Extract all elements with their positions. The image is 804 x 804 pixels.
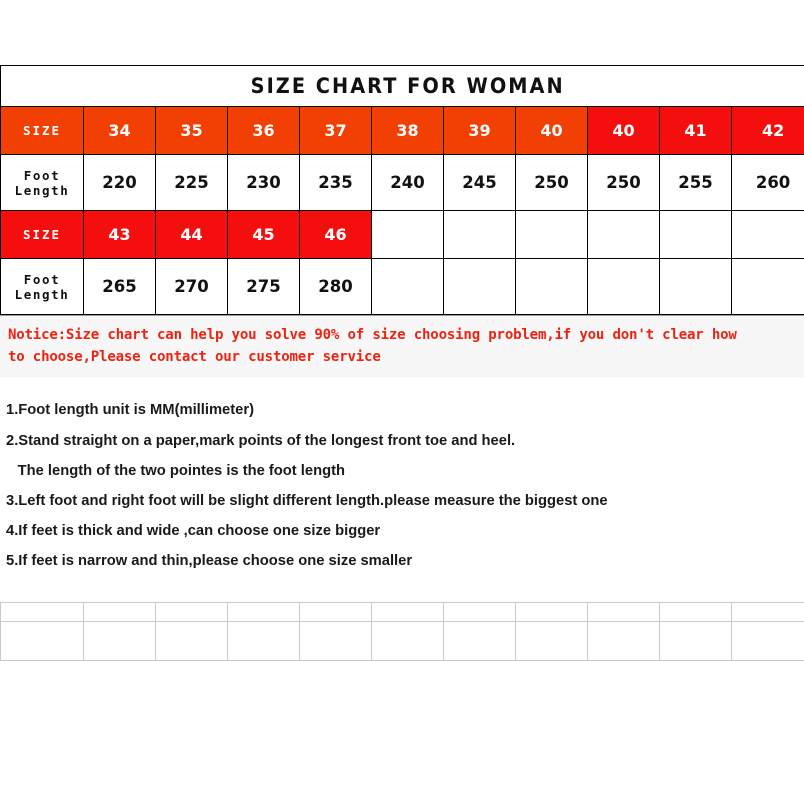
notice-line-2: to choose,Please contact our customer se… [7,349,381,366]
grid-row-1 [0,601,804,622]
grid-cell [659,620,732,661]
foot-length-235: 235 [299,154,372,211]
size-cell-34: 34 [83,106,156,155]
notice-band: Notice:Size chart can help you solve 90%… [0,315,804,379]
foot-length-empty-3 [515,258,588,315]
size-cell-41: 41 [659,106,732,155]
foot-length-275: 275 [227,258,300,315]
notice-line-1: Notice:Size chart can help you solve 90%… [7,327,737,343]
size-row-label-2: SIZE [0,210,84,259]
instruction-item-4: 4.If feet is thick and wide ,can choose … [6,522,381,540]
foot-length-empty-2 [443,258,516,315]
foot-length-250a: 250 [515,154,588,211]
top-margin [0,0,804,65]
size-cell-empty-3 [515,210,588,259]
foot-length-225: 225 [155,154,228,211]
title-row: SIZE CHART FOR WOMAN [0,65,804,107]
grid-cell [0,601,84,622]
grid-cell [731,601,804,622]
size-cell-37: 37 [299,106,372,155]
foot-length-row-label-2: Foot Length [0,258,84,315]
grid-cell [0,620,84,661]
grid-cell [227,620,300,661]
grid-cell [83,601,156,622]
size-cell-39: 39 [443,106,516,155]
size-cell-45: 45 [227,210,300,259]
size-cell-40a: 40 [515,106,588,155]
size-cell-35: 35 [155,106,228,155]
page-title-cell: SIZE CHART FOR WOMAN [0,65,804,107]
grid-cell [515,620,588,661]
foot-length-220: 220 [83,154,156,211]
size-cell-40b: 40 [587,106,660,155]
foot-length-230: 230 [227,154,300,211]
foot-length-empty-6 [730,258,804,315]
size-cell-empty-5 [659,210,732,259]
grid-cell [515,601,588,622]
page-title: SIZE CHART FOR WOMAN [250,74,565,98]
size-cell-empty-6 [730,210,804,259]
size-chart-document: SIZE CHART FOR WOMAN SIZE 34 35 36 37 38… [0,0,804,804]
empty-spreadsheet-grid [0,601,804,661]
grid-cell [155,601,228,622]
grid-cell [83,620,156,661]
grid-cell [731,620,804,661]
foot-length-280: 280 [299,258,372,315]
grid-cell [227,601,300,622]
grid-cell [299,601,372,622]
size-cell-empty-1 [371,210,444,259]
foot-length-240: 240 [371,154,444,211]
foot-length-row-1: Foot Length 220 225 230 235 240 245 250 … [0,154,804,211]
instruction-item-1: 1.Foot length unit is MM(millimeter) [6,401,254,419]
foot-length-265: 265 [83,258,156,315]
size-cell-empty-2 [443,210,516,259]
grid-row-2 [0,620,804,661]
foot-length-245: 245 [443,154,516,211]
size-cell-empty-4 [587,210,660,259]
instruction-item-3: 3.Left foot and right foot will be sligh… [6,491,608,509]
grid-cell [659,601,732,622]
size-header-row-2: SIZE 43 44 45 46 [0,210,804,259]
foot-length-250b: 250 [587,154,660,211]
size-row-label-1: SIZE [0,106,84,155]
grid-cell [443,620,516,661]
grid-cell [587,601,660,622]
grid-cell [371,601,444,622]
foot-length-row-2: Foot Length 265 270 275 280 [0,258,804,315]
instructions-list: 1.Foot length unit is MM(millimeter) 2.S… [0,378,804,590]
grid-cell [155,620,228,661]
instruction-item-2: 2.Stand straight on a paper,mark points … [6,431,516,449]
grid-cell [443,601,516,622]
size-header-row-1: SIZE 34 35 36 37 38 39 40 40 41 42 [0,106,804,155]
grid-cell [299,620,372,661]
instruction-item-2-continuation: The length of the two pointes is the foo… [17,461,345,479]
foot-length-270: 270 [155,258,228,315]
foot-length-255: 255 [659,154,732,211]
foot-length-empty-5 [659,258,732,315]
foot-length-empty-1 [371,258,444,315]
foot-length-empty-4 [587,258,660,315]
foot-length-260: 260 [730,154,804,211]
size-cell-38: 38 [371,106,444,155]
instruction-item-5: 5.If feet is narrow and thin,please choo… [6,552,413,570]
grid-cell [587,620,660,661]
size-chart-table: SIZE CHART FOR WOMAN SIZE 34 35 36 37 38… [0,65,804,315]
size-cell-46: 46 [299,210,372,259]
size-cell-43: 43 [83,210,156,259]
size-cell-42: 42 [730,106,804,155]
grid-cell [371,620,444,661]
foot-length-row-label-1: Foot Length [0,154,84,211]
size-cell-44: 44 [155,210,228,259]
size-cell-36: 36 [227,106,300,155]
